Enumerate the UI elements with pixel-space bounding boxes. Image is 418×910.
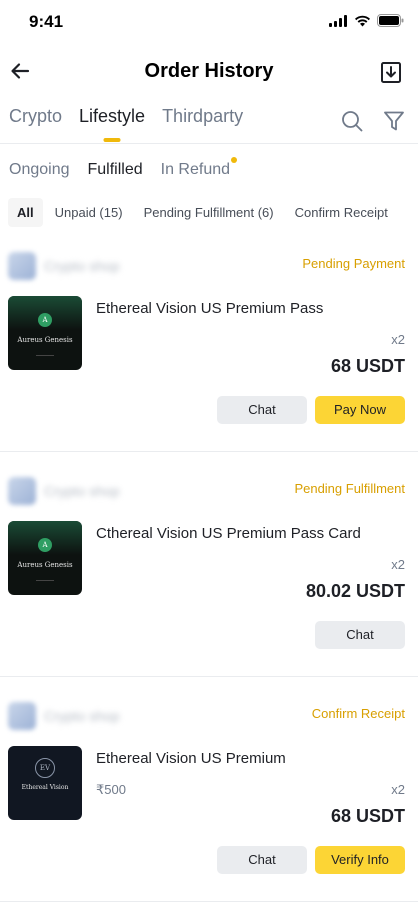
product-image[interactable]: EV Ethereal Vision <box>8 746 82 820</box>
shop-info[interactable]: Crypto shop <box>8 477 119 505</box>
status-time: 9:41 <box>29 12 64 31</box>
shop-logo <box>8 252 36 280</box>
chip-pending-fulfillment[interactable]: Pending Fulfillment (6) <box>135 198 283 227</box>
subtab-in-refund[interactable]: In Refund <box>160 157 238 179</box>
nav-bar: Order History <box>0 52 418 92</box>
tab-lifestyle[interactable]: Lifestyle <box>79 106 145 142</box>
download-icon <box>381 62 401 83</box>
tab-tools <box>340 109 406 133</box>
image-brand: Ethereal Vision <box>21 784 69 791</box>
product-title[interactable]: Ethereal Vision US Premium Pass <box>96 300 323 317</box>
order-status: Confirm Receipt <box>311 706 405 721</box>
chat-button[interactable]: Chat <box>217 846 307 874</box>
image-divider <box>36 580 54 581</box>
product-title[interactable]: Ethereal Vision US Premium <box>96 750 286 767</box>
product-quantity: x2 <box>391 332 405 347</box>
status-icons <box>329 14 404 27</box>
card-divider <box>0 676 418 677</box>
chat-button[interactable]: Chat <box>315 621 405 649</box>
shop-name: Crypto shop <box>44 258 120 274</box>
product-quantity: x2 <box>391 782 405 797</box>
image-brand: Aureus Genesis <box>17 561 73 569</box>
order-total: 68 USDT <box>330 806 405 826</box>
tab-crypto[interactable]: Crypto <box>9 106 62 142</box>
shop-name: Crypto shop <box>44 708 120 724</box>
shop-logo <box>8 702 36 730</box>
order-status: Pending Payment <box>302 256 405 271</box>
download-button[interactable] <box>378 59 404 85</box>
sub-tabs: Ongoing Fulfilled In Refund <box>9 157 248 179</box>
page-title: Order History <box>144 60 274 82</box>
shop-name: Crypto shop <box>44 483 120 499</box>
product-unit-price: ₹500 <box>96 782 126 797</box>
filter-icon <box>384 111 404 131</box>
shop-info[interactable]: Crypto shop <box>8 252 119 280</box>
brand-logo-icon: A <box>38 313 52 327</box>
product-image[interactable]: A Aureus Genesis <box>8 521 82 595</box>
brand-logo-icon: A <box>38 538 52 552</box>
verify-info-button[interactable]: Verify Info <box>315 846 405 874</box>
order-total: 80.02 USDT <box>305 581 405 601</box>
chip-unpaid[interactable]: Unpaid (15) <box>46 198 132 227</box>
card-divider <box>0 451 418 452</box>
order-status: Pending Fulfillment <box>294 481 405 496</box>
product-title[interactable]: Cthereal Vision US Premium Pass Card <box>96 525 361 542</box>
chat-button[interactable]: Chat <box>217 396 307 424</box>
image-brand: Aureus Genesis <box>17 336 73 344</box>
order-card[interactable]: Crypto shop Pending Fulfillment A Aureus… <box>0 477 418 703</box>
signal-icon <box>329 14 347 27</box>
order-card[interactable]: Crypto shop Confirm Receipt EV Ethereal … <box>0 702 418 910</box>
pay-now-button[interactable]: Pay Now <box>315 396 405 424</box>
shop-logo <box>8 477 36 505</box>
subtab-ongoing[interactable]: Ongoing <box>9 161 70 179</box>
shop-info[interactable]: Crypto shop <box>8 702 119 730</box>
order-card[interactable]: Crypto shop Pending Payment A Aureus Gen… <box>0 252 418 478</box>
filter-chips: All Unpaid (15) Pending Fulfillment (6) … <box>8 198 418 227</box>
product-quantity: x2 <box>391 557 405 572</box>
chip-all[interactable]: All <box>8 198 43 227</box>
order-total: 68 USDT <box>330 356 405 376</box>
subtab-in-refund-label: In Refund <box>160 161 231 178</box>
tab-divider <box>0 143 418 144</box>
image-divider <box>36 355 54 356</box>
search-icon <box>342 111 363 132</box>
main-tabs: Crypto Lifestyle Thirdparty <box>9 106 260 142</box>
search-button[interactable] <box>340 109 364 133</box>
battery-icon <box>377 14 404 27</box>
notification-dot <box>231 157 238 163</box>
filter-button[interactable] <box>382 109 406 133</box>
chip-confirm-receipt[interactable]: Confirm Receipt <box>286 198 397 227</box>
wifi-icon <box>355 15 370 26</box>
brand-logo-icon: EV <box>35 758 55 778</box>
card-divider <box>0 901 418 902</box>
product-image[interactable]: A Aureus Genesis <box>8 296 82 370</box>
status-bar: 9:41 <box>0 0 418 44</box>
tab-thirdparty[interactable]: Thirdparty <box>162 106 243 142</box>
subtab-fulfilled[interactable]: Fulfilled <box>88 161 143 179</box>
